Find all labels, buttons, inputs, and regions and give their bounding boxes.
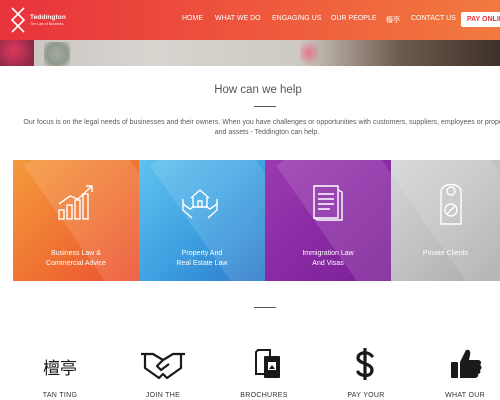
section-divider — [254, 307, 276, 308]
passport-icon — [313, 185, 343, 221]
nav-contact-us[interactable]: CONTACT US — [411, 15, 456, 27]
quick-link-label: WHAT OUR — [445, 392, 485, 399]
service-tile-property-law[interactable]: Property And Real Estate Law — [139, 160, 265, 281]
quick-link-join[interactable]: JOIN THE — [133, 348, 193, 400]
nav-chinese[interactable]: 檀亭 — [386, 15, 400, 27]
nav-what-we-do[interactable]: WHAT WE DO — [215, 15, 261, 27]
door-hanger-icon — [440, 183, 462, 225]
service-tile-immigration-law[interactable]: Immigration Law And Visas — [265, 160, 391, 281]
quick-link-brochures[interactable]: BROCHURES — [234, 348, 294, 400]
site-header: Teddington The Law of Business HOME WHAT… — [0, 0, 500, 40]
quick-link-pay-your[interactable]: PAY YOUR — [336, 348, 396, 400]
service-label-line1: Business Law & — [51, 250, 101, 257]
chinese-characters-glyph: 檀亭 — [43, 359, 77, 378]
dollar-icon — [356, 348, 374, 380]
hero-blossom — [300, 40, 318, 66]
nav-engaging-us[interactable]: ENGAGING US — [272, 15, 321, 27]
teddington-logo-icon[interactable] — [10, 6, 26, 34]
service-label: Business Law & Commercial Advice — [13, 249, 139, 269]
hero-plant — [44, 42, 70, 66]
quick-link-label: PAY YOUR — [347, 392, 385, 399]
handshake-icon — [141, 352, 185, 380]
service-label-line1: Immigration Law — [302, 250, 354, 257]
service-tile-private-clients[interactable]: Private Clients — [391, 160, 500, 281]
hero-flower — [0, 40, 34, 66]
quick-link-what-our[interactable]: WHAT OUR — [435, 348, 495, 400]
service-label-line1: Private Clients — [422, 250, 469, 257]
pay-online-button[interactable]: PAY ONLINE — [461, 12, 500, 27]
quick-link-label: JOIN THE — [145, 392, 181, 399]
brand-tagline: The Law of Business — [30, 22, 64, 26]
service-label-line1: Property And — [181, 250, 223, 257]
hero-image — [0, 40, 500, 66]
section-title: How can we help — [214, 84, 302, 96]
service-label: Private Clients — [391, 249, 500, 259]
nav-our-people[interactable]: OUR PEOPLE — [331, 15, 377, 27]
quick-link-label: BROCHURES — [240, 392, 288, 399]
service-label-line2: Commercial Advice — [46, 260, 106, 267]
growth-chart-icon — [58, 185, 93, 220]
brand-name[interactable]: Teddington — [30, 14, 66, 21]
title-divider — [254, 106, 276, 107]
thumbs-up-icon — [451, 349, 482, 378]
service-label: Immigration Law And Visas — [265, 249, 391, 269]
chinese-characters-icon: 檀亭 — [30, 348, 90, 380]
intro-text: Our focus is on the legal needs of busin… — [23, 119, 500, 136]
service-label: Property And Real Estate Law — [139, 249, 265, 269]
quick-link-tan-ting[interactable]: 檀亭 TAN TING — [30, 348, 90, 400]
service-tile-business-law[interactable]: Business Law & Commercial Advice — [13, 160, 139, 281]
service-label-line2: And Visas — [312, 260, 344, 267]
quick-link-label: TAN TING — [42, 392, 78, 399]
service-label-line2: Real Estate Law — [176, 260, 228, 267]
nav-home[interactable]: HOME — [182, 15, 203, 27]
house-in-hands-icon — [182, 189, 218, 219]
documents-icon — [255, 349, 280, 378]
